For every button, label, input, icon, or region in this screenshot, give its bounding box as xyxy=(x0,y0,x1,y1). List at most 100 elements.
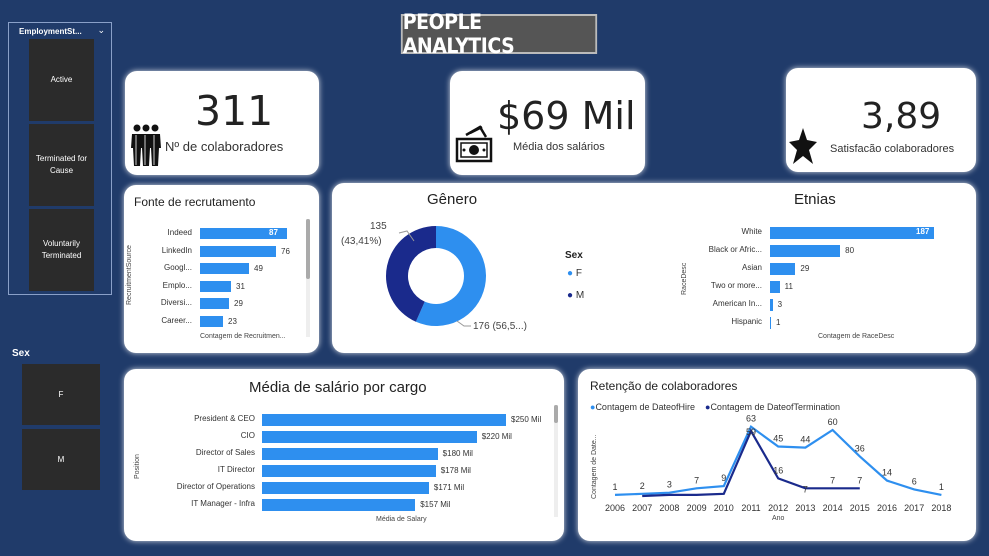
hire-data-label: 36 xyxy=(855,443,865,453)
bar-category-label: President & CEO xyxy=(194,414,255,423)
gender-legend-f-label: F xyxy=(575,268,582,279)
bar[interactable] xyxy=(770,227,934,239)
slicer-item-voluntarily-terminated[interactable]: Voluntarily Terminated xyxy=(29,209,94,291)
ethnicity-title: Etnias xyxy=(794,191,836,208)
chevron-down-icon[interactable]: ⌄ xyxy=(97,25,105,36)
bar-value-label: 29 xyxy=(800,264,810,273)
sex-slicer-item-m[interactable]: M xyxy=(22,429,100,490)
bar[interactable] xyxy=(262,414,506,426)
kpi-satisfaction-card: 3,89 Satisfacão colaboradores xyxy=(786,68,976,172)
kpi-salary-label: Média dos salários xyxy=(513,141,605,153)
bar-category-label: Two or more... xyxy=(710,281,762,290)
recruitment-scrollbar[interactable] xyxy=(306,219,310,337)
x-tick-label: 2012 xyxy=(768,503,788,513)
termination-line[interactable] xyxy=(642,428,860,498)
bar-value-label: 49 xyxy=(254,264,263,273)
bar[interactable] xyxy=(200,298,229,309)
gender-legend-f[interactable]: ● F xyxy=(567,268,582,279)
bar[interactable] xyxy=(770,299,773,311)
hire-data-label: 63 xyxy=(746,414,756,424)
leader-line xyxy=(456,320,471,327)
hire-data-label: 45 xyxy=(773,434,783,444)
hire-data-label: 3 xyxy=(667,480,672,490)
bar[interactable] xyxy=(200,263,249,274)
bar-category-label: Diversi... xyxy=(160,298,192,307)
bar[interactable] xyxy=(262,482,429,494)
x-tick-label: 2009 xyxy=(687,503,707,513)
x-tick-label: 2008 xyxy=(659,503,679,513)
salary-scrollbar[interactable] xyxy=(554,405,558,517)
recruitment-y-axis-title: RecruitmentSource xyxy=(126,245,133,305)
bar-value-label: 31 xyxy=(236,281,245,291)
x-tick-label: 2011 xyxy=(741,503,760,513)
bar-category-label: White xyxy=(741,227,762,236)
x-tick-label: 2007 xyxy=(632,503,652,513)
bar[interactable] xyxy=(770,317,771,329)
bar-value-label: 29 xyxy=(234,299,243,308)
bar-value-label: 87 xyxy=(269,228,278,237)
hire-data-label: 2 xyxy=(640,481,645,491)
bar-category-label: Emplo... xyxy=(162,280,192,290)
bar-category-label: CIO xyxy=(240,431,255,440)
bar[interactable] xyxy=(770,281,780,293)
gender-legend-m[interactable]: ● M xyxy=(567,290,584,301)
money-icon xyxy=(455,125,493,163)
bar[interactable] xyxy=(262,431,477,443)
salary-scrollbar-thumb[interactable] xyxy=(554,405,558,423)
recruitment-panel: Fonte de recrutamento RecruitmentSource … xyxy=(124,185,319,353)
bar-value-label: 3 xyxy=(777,300,783,309)
demographics-panel: Gênero 135 (43,41%) 176 (56,5...) Sex ● … xyxy=(332,183,976,353)
hire-data-label: 60 xyxy=(828,417,838,427)
termination-data-label: 7 xyxy=(830,475,835,485)
bar-category-label: Director of Operations xyxy=(176,482,255,491)
employment-status-slicer: EmploymentSt... ⌄ Active Terminated for … xyxy=(8,22,112,295)
bar[interactable] xyxy=(770,263,796,275)
bar[interactable] xyxy=(262,465,436,477)
bar-value-label: 187 xyxy=(916,227,930,236)
kpi-salary-card: $69 Mil Média dos salários xyxy=(450,71,645,175)
kpi-satisfaction-label: Satisfacão colaboradores xyxy=(830,143,955,155)
bar-category-label: IT Director xyxy=(217,465,255,474)
x-tick-label: 2014 xyxy=(823,503,843,513)
sex-slicer-item-f[interactable]: F xyxy=(22,364,100,425)
slicer-item-terminated-for-cause[interactable]: Terminated for Cause xyxy=(29,124,94,206)
bar-value-label: $250 Mil xyxy=(511,415,542,424)
x-tick-label: 2013 xyxy=(795,503,815,513)
retention-panel: Retenção de colaboradores ●Contagem de D… xyxy=(578,369,976,541)
kpi-employees-label: Nº de colaboradores xyxy=(165,139,284,154)
bar[interactable] xyxy=(262,448,438,460)
kpi-satisfaction-value: 3,89 xyxy=(861,96,942,137)
hire-data-label: 14 xyxy=(882,468,892,478)
bar[interactable] xyxy=(262,499,416,511)
slicer-title: EmploymentSt... xyxy=(19,27,82,36)
bar-category-label: Director of Sales xyxy=(195,448,255,457)
slicer-item-active[interactable]: Active xyxy=(29,39,94,121)
hire-data-label: 7 xyxy=(694,475,699,485)
hire-data-label: 6 xyxy=(912,476,917,486)
bar[interactable] xyxy=(200,245,276,257)
bar-category-label: LinkedIn xyxy=(161,245,192,255)
x-tick-label: 2017 xyxy=(904,503,924,513)
x-tick-label: 2010 xyxy=(714,503,734,513)
gender-label-f: 176 (56,5...) xyxy=(473,321,527,332)
gender-label-m-value: 135 xyxy=(370,221,387,232)
gender-label-m-pct: (43,41%) xyxy=(341,236,382,247)
bar-value-label: $171 Mil xyxy=(433,483,465,492)
termination-data-label: 7 xyxy=(857,475,862,485)
kpi-salary-value: $69 Mil xyxy=(497,94,636,138)
bar-value-label: 11 xyxy=(784,282,793,291)
bar[interactable] xyxy=(200,280,231,292)
bar-value-label: 23 xyxy=(228,316,237,326)
x-tick-label: 2015 xyxy=(850,503,870,513)
bar[interactable] xyxy=(770,245,841,257)
legend-dot-icon: ● xyxy=(567,290,574,301)
bar-category-label: Googl... xyxy=(163,263,192,272)
hire-data-label: 1 xyxy=(939,482,944,492)
page-title: PEOPLE ANALYTICS xyxy=(400,10,598,58)
bar[interactable] xyxy=(200,315,223,327)
gender-legend-m-label: M xyxy=(575,290,585,301)
legend-dot-icon: ● xyxy=(567,268,574,279)
recruitment-scrollbar-thumb[interactable] xyxy=(306,219,310,279)
bar-category-label: Asian xyxy=(741,263,762,272)
bar-category-label: IT Manager - Infra xyxy=(191,499,255,508)
